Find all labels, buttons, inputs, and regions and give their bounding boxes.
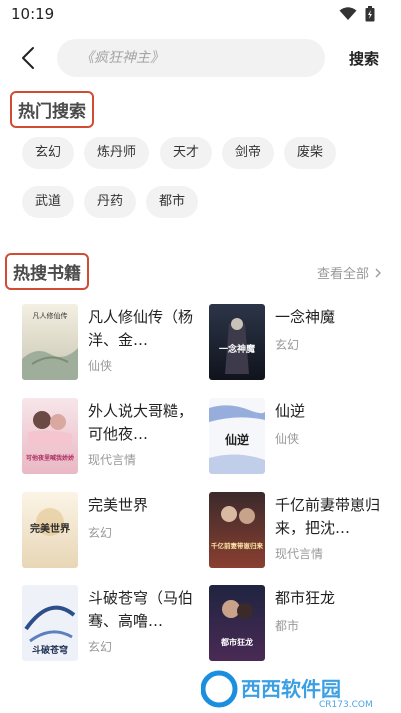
status-time: 10:19	[11, 5, 55, 23]
book-item[interactable]: 完美世界 完美世界 玄幻	[22, 492, 200, 572]
cover-title: 可他夜里喊我娇娇	[26, 454, 75, 462]
book-title: 外人说大哥糙，可他夜…	[88, 402, 194, 443]
book-title: 都市狂龙	[275, 589, 336, 607]
book-cover: 都市狂龙	[209, 585, 265, 661]
hot-search-tag[interactable]: 都市	[146, 186, 199, 218]
see-all-label: 查看全部	[316, 267, 369, 282]
book-genre: 玄幻	[275, 338, 300, 352]
book-title: 斗破苍穹（马伯骞、高噜…	[88, 589, 194, 630]
cover-title: 凡人修仙传	[33, 311, 68, 320]
book-genre: 玄幻	[88, 526, 113, 540]
book-cover: 完美世界	[22, 492, 78, 568]
book-item[interactable]: 斗破苍穹 斗破苍穹（马伯骞、高噜… 玄幻	[22, 585, 200, 665]
search-input[interactable]	[80, 39, 310, 77]
book-item[interactable]: 一念神魔 一念神魔 玄幻	[209, 304, 387, 384]
hot-search-tag[interactable]: 废柴	[284, 137, 337, 169]
book-cover: 一念神魔	[209, 304, 265, 380]
status-bar: 10:19	[0, 0, 401, 28]
hot-search-tag[interactable]: 剑帝	[222, 137, 275, 169]
hot-search-tag[interactable]: 天才	[160, 137, 213, 169]
book-item[interactable]: 千亿前妻带崽归来 千亿前妻带崽归来，把沈… 现代言情	[209, 492, 387, 572]
book-cover: 可他夜里喊我娇娇	[22, 398, 78, 474]
book-cover: 凡人修仙传	[22, 304, 78, 380]
hot-search-tag[interactable]: 玄幻	[22, 137, 75, 169]
book-title: 一念神魔	[275, 308, 336, 326]
book-genre: 现代言情	[88, 453, 137, 467]
hot-search-tag[interactable]: 炼丹师	[84, 137, 150, 169]
cover-title: 一念神魔	[219, 343, 255, 355]
cover-title: 都市狂龙	[220, 637, 253, 647]
book-item[interactable]: 都市狂龙 都市狂龙 都市	[209, 585, 387, 665]
cover-title: 千亿前妻带崽归来	[211, 541, 264, 550]
watermark-brand: 西西软件园	[241, 677, 341, 701]
book-genre: 现代言情	[275, 547, 324, 561]
book-cover: 仙逆	[209, 398, 265, 474]
hot-search-tag[interactable]: 武道	[22, 186, 75, 218]
book-genre: 玄幻	[88, 640, 113, 654]
see-all-link[interactable]: 查看全部	[317, 263, 381, 282]
back-arrow-icon[interactable]	[18, 46, 40, 70]
book-title: 完美世界	[88, 496, 149, 514]
book-item[interactable]: 凡人修仙传 凡人修仙传（杨洋、金… 仙侠	[22, 304, 200, 384]
cover-title: 完美世界	[30, 522, 70, 535]
book-title: 千亿前妻带崽归来，把沈…	[275, 496, 381, 537]
battery-icon	[365, 6, 375, 22]
book-title: 凡人修仙传（杨洋、金…	[88, 308, 194, 349]
search-row: 搜索	[0, 38, 401, 78]
search-box[interactable]	[57, 39, 325, 77]
hot-books-title: 热搜书籍	[5, 253, 89, 290]
wifi-icon	[339, 7, 357, 20]
book-cover: 斗破苍穹	[22, 585, 78, 661]
book-title: 仙逆	[275, 402, 306, 420]
book-item[interactable]: 可他夜里喊我娇娇 外人说大哥糙，可他夜… 现代言情	[22, 398, 200, 478]
book-cover: 千亿前妻带崽归来	[209, 492, 265, 568]
search-button[interactable]: 搜索	[349, 48, 379, 69]
cover-title: 仙逆	[225, 432, 249, 447]
hot-search-title: 热门搜索	[10, 91, 94, 128]
chevron-right-icon	[375, 268, 381, 277]
watermark-logo: 西西软件园 CR173.COM	[200, 669, 387, 710]
status-icons	[339, 6, 375, 22]
hot-search-tag[interactable]: 丹药	[84, 186, 137, 218]
cover-title: 斗破苍穹	[32, 644, 68, 656]
book-genre: 仙侠	[88, 359, 113, 373]
book-item[interactable]: 仙逆 仙逆 仙侠	[209, 398, 387, 478]
watermark-domain: CR173.COM	[319, 700, 373, 709]
book-genre: 都市	[275, 619, 300, 633]
book-genre: 仙侠	[275, 432, 300, 446]
